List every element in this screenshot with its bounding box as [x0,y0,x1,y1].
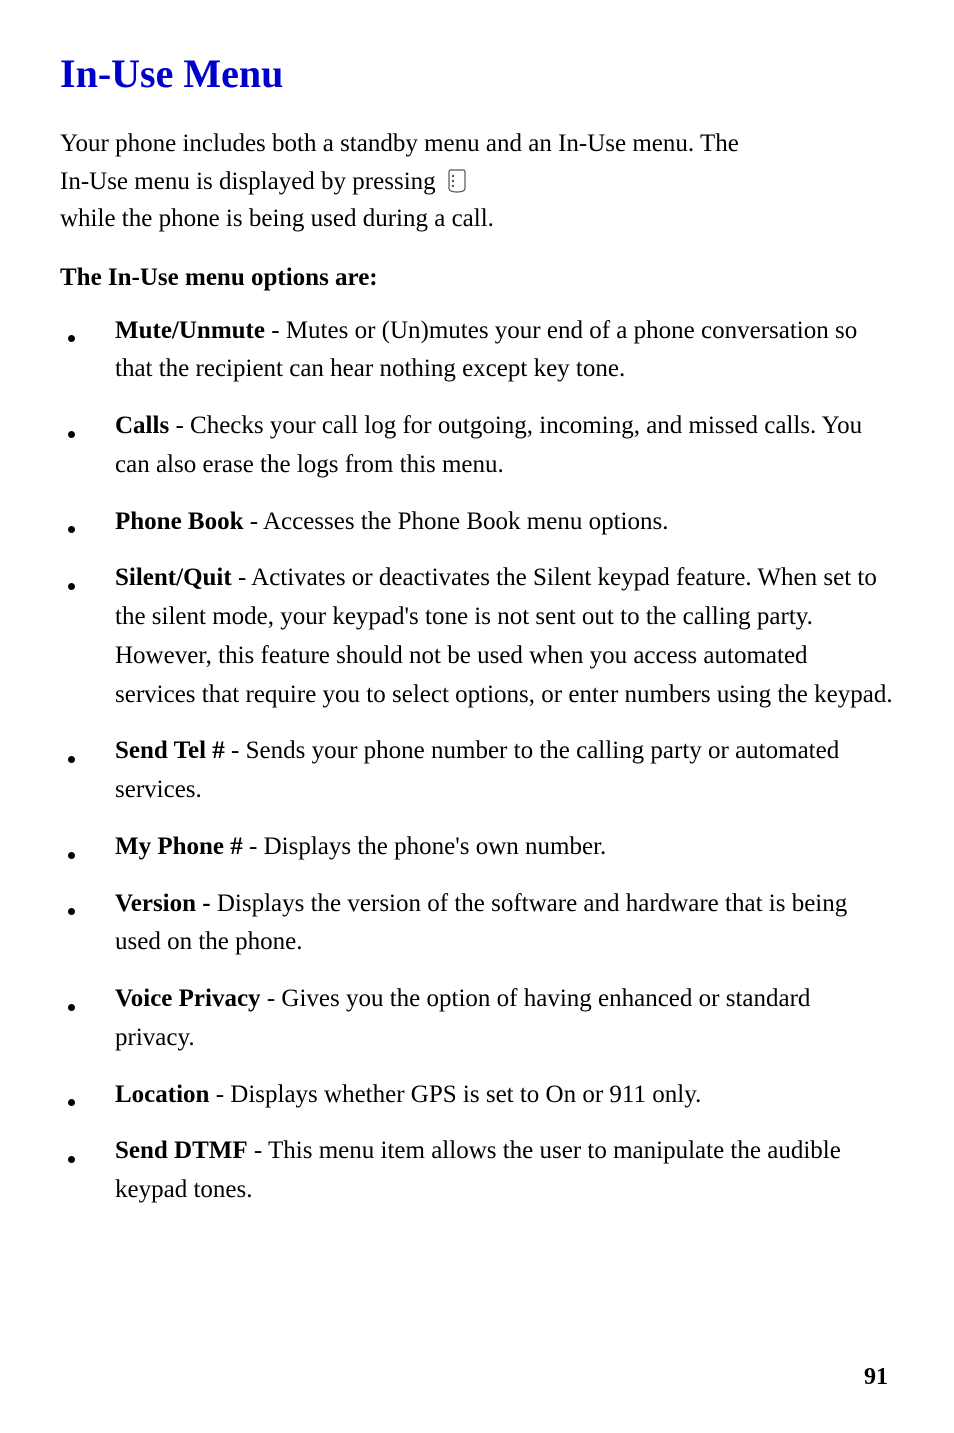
intro-post-icon: while the phone is being used during a c… [60,200,494,238]
bullet-icon [60,828,115,867]
item-sep: - [248,1137,268,1164]
item-desc: Displays the phone's own number. [264,833,607,860]
item-label: Location [115,1081,209,1108]
bullet-icon [60,980,115,1058]
item-label: Calls [115,412,169,439]
bullet-icon [60,1132,115,1210]
item-sep: - [265,317,286,344]
intro-line1: Your phone includes both a standby menu … [60,125,894,163]
list-item: Voice Privacy - Gives you the option of … [60,980,894,1058]
item-sep: - [225,737,246,764]
intro-paragraph: Your phone includes both a standby menu … [60,125,894,238]
bullet-icon [60,1076,115,1115]
item-label: Silent/Quit [115,564,232,591]
list-item: Silent/Quit - Activates or deactivates t… [60,559,894,714]
item-desc: Accesses the Phone Book menu options. [263,508,669,535]
list-item: Location - Displays whether GPS is set t… [60,1076,894,1115]
options-subheading: The In-Use menu options are: [60,264,894,292]
page-number: 91 [864,1364,888,1391]
list-item: Phone Book - Accesses the Phone Book men… [60,503,894,542]
item-sep: - [244,508,263,535]
bullet-icon [60,503,115,542]
item-sep: - [261,985,282,1012]
item-label: Voice Privacy [115,985,261,1012]
item-desc: Displays whether GPS is set to On or 911… [230,1081,701,1108]
item-label: Version - [115,890,211,917]
intro-pre-icon: In-Use menu is displayed by pressing [60,163,436,201]
options-list: Mute/Unmute - Mutes or (Un)mutes your en… [60,312,894,1210]
menu-key-icon [444,168,470,194]
item-desc: Displays the version of the software and… [115,890,847,956]
item-label: My Phone # [115,833,243,860]
item-sep: - [209,1081,230,1108]
list-item: Calls - Checks your call log for outgoin… [60,407,894,485]
bullet-icon [60,312,115,390]
bullet-icon [60,732,115,810]
item-label: Send Tel # [115,737,225,764]
list-item: My Phone # - Displays the phone's own nu… [60,828,894,867]
item-label: Send DTMF [115,1137,248,1164]
bullet-icon [60,559,115,714]
item-sep: - [169,412,190,439]
item-sep: - [232,564,251,591]
bullet-icon [60,885,115,963]
bullet-icon [60,407,115,485]
page-title: In-Use Menu [60,50,894,97]
item-desc: Checks your call log for outgoing, incom… [115,412,862,478]
list-item: Mute/Unmute - Mutes or (Un)mutes your en… [60,312,894,390]
list-item: Send DTMF - This menu item allows the us… [60,1132,894,1210]
item-label: Phone Book [115,508,244,535]
item-sep: - [243,833,264,860]
list-item: Version - Displays the version of the so… [60,885,894,963]
item-label: Mute/Unmute [115,317,265,344]
list-item: Send Tel # - Sends your phone number to … [60,732,894,810]
